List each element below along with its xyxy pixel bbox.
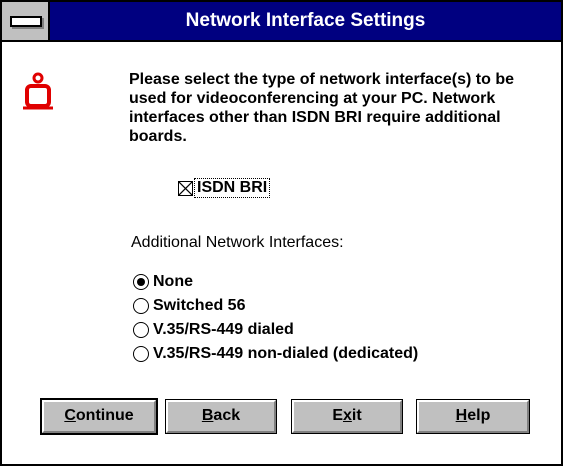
information-icon: [23, 72, 53, 110]
radio-button[interactable]: [133, 346, 149, 362]
back-mnemonic: B: [201, 407, 214, 424]
radio-label: None: [153, 273, 193, 290]
check-x-icon: [179, 181, 192, 195]
radio-label: Switched 56: [153, 297, 246, 314]
help-label-rest: elp: [467, 407, 491, 424]
radio-button[interactable]: [133, 298, 149, 314]
exit-label-pre: E: [332, 407, 343, 424]
back-button[interactable]: Back: [165, 399, 277, 434]
continue-label-rest: ontinue: [75, 407, 134, 424]
title-bar: Network Interface Settings: [2, 2, 561, 42]
exit-button[interactable]: Exit: [291, 399, 403, 434]
continue-mnemonic: C: [64, 407, 76, 424]
radio-option-switched-56[interactable]: Switched 56: [133, 294, 418, 318]
network-interface-settings-dialog: Network Interface Settings Please select…: [0, 0, 563, 466]
back-label-rest: ack: [213, 407, 241, 424]
continue-button[interactable]: Continue: [40, 398, 158, 435]
checkbox-box[interactable]: [178, 180, 193, 196]
radio-label: V.35/RS-449 non-dialed (dedicated): [153, 345, 419, 362]
isdn-bri-label: ISDN BRI: [193, 178, 271, 198]
button-row: Continue Back Exit Help: [40, 398, 532, 436]
dialog-body: Please select the type of network interf…: [2, 42, 561, 464]
additional-interfaces-heading: Additional Network Interfaces:: [131, 234, 344, 251]
radio-label: V.35/RS-449 dialed: [153, 321, 294, 338]
system-menu-button[interactable]: [2, 2, 50, 40]
system-menu-icon: [10, 16, 42, 27]
radio-option-v35-dialed[interactable]: V.35/RS-449 dialed: [133, 318, 418, 342]
exit-label-rest: it: [351, 407, 362, 424]
additional-interfaces-radio-group: None Switched 56 V.35/RS-449 dialed V.35…: [133, 270, 418, 366]
radio-option-v35-non-dialed[interactable]: V.35/RS-449 non-dialed (dedicated): [133, 342, 418, 366]
radio-button[interactable]: [133, 322, 149, 338]
exit-mnemonic: x: [342, 407, 352, 424]
instruction-text: Please select the type of network interf…: [129, 71, 515, 145]
isdn-bri-checkbox[interactable]: ISDN BRI: [178, 178, 271, 198]
radio-option-none[interactable]: None: [133, 270, 418, 294]
window-title: Network Interface Settings: [50, 2, 561, 40]
help-mnemonic: H: [455, 407, 468, 424]
radio-button[interactable]: [133, 274, 149, 290]
help-button[interactable]: Help: [416, 399, 530, 434]
